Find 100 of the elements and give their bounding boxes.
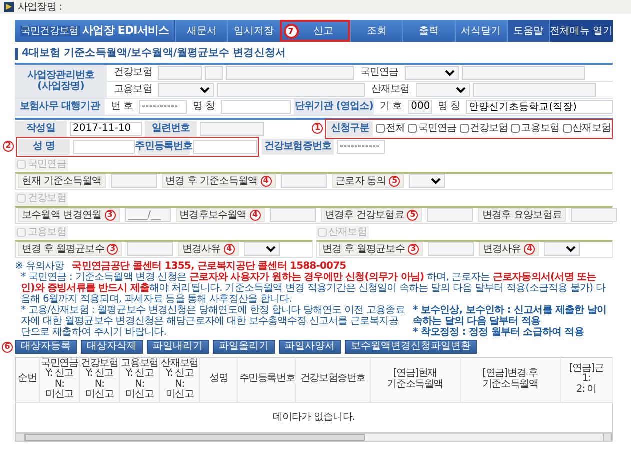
column-header: [연금]근 1: 2: 이 xyxy=(560,357,612,402)
menu-item[interactable]: 신고 xyxy=(298,22,348,40)
text-field[interactable]: 2017-11-10 xyxy=(70,122,142,136)
text-field[interactable] xyxy=(270,208,316,222)
annotation-marker: 3 xyxy=(104,210,116,221)
annotation-marker: 7 xyxy=(284,24,299,38)
action-button[interactable]: 대상자등록 xyxy=(15,340,77,354)
annotation-marker: 5 xyxy=(389,176,400,187)
field-label: 현재 기준소득월액 xyxy=(22,176,102,187)
menu-item[interactable]: 출력 xyxy=(402,20,455,42)
text-field[interactable] xyxy=(220,100,291,114)
app-icon xyxy=(4,2,14,12)
column-header: 건강보험 Y: 신고 N: 미신고 xyxy=(80,357,120,402)
field-label: 기 호 xyxy=(379,101,404,112)
notice-text: * 국민연금 : 기준소득월액 변경 신청은 근로자와 사용자가 원하는 경우에만 신청(의무가 아님) 하며, 근로자는 근로자동의서(서명 또는 인)와 증빙서류를 반드시 제출해야 처리됩니다. 기준소득월액 변경 적용기간은 신청일이 속하는 달의 다음 달부터 적용(소급적용 불가) 다음해 6월까지 적용되며, 과세자료 등을 통해 사후정산을 합니다. xyxy=(20,272,607,305)
text-field[interactable] xyxy=(428,242,474,256)
row-label: 신청구분 xyxy=(327,120,374,137)
annotation-marker: 6 xyxy=(2,342,13,353)
column-header: 건강보험증번호 xyxy=(296,357,370,402)
annotation-marker: 2 xyxy=(3,140,14,152)
form-heading: 4대보험 기준소득월액/보수월액/월평균보수 변경신청서 xyxy=(15,48,613,60)
row-label: 주민등록번호 xyxy=(138,138,190,155)
field-label: 근로자 동의 xyxy=(336,176,386,187)
action-button[interactable]: 파일올리기 xyxy=(213,340,275,354)
text-field[interactable] xyxy=(205,66,224,80)
field-label: 변경후보수월액 xyxy=(180,210,247,221)
text-field[interactable]: ---------- xyxy=(138,100,187,114)
notice-title: ※ 유의사항 xyxy=(15,260,64,272)
field-label: 명 칭 xyxy=(437,101,462,112)
annotation-marker: 4 xyxy=(524,244,536,255)
checkbox[interactable] xyxy=(511,124,520,134)
dropdown[interactable] xyxy=(404,66,459,80)
annotation-marker: 5 xyxy=(407,210,418,221)
checkbox-label: 산재보험 xyxy=(328,226,367,238)
logo: 국민건강보험 xyxy=(20,26,80,36)
checkbox[interactable] xyxy=(376,124,386,134)
column-header: 국민연금 Y: 신고 N: 미신고 xyxy=(40,357,80,402)
checkbox-label: 건강보험 xyxy=(470,123,508,134)
column-header: 고용보험 Y: 신고 N: 미신고 xyxy=(120,357,160,402)
dropdown[interactable] xyxy=(544,242,580,256)
row-label: 단위기관 (영업소) xyxy=(294,98,374,115)
text-field[interactable] xyxy=(280,174,327,188)
field-label: 변경사유 xyxy=(182,244,221,255)
dropdown[interactable] xyxy=(158,82,214,97)
text-field[interactable] xyxy=(110,174,157,188)
menu-item[interactable]: 도움말 xyxy=(506,20,549,42)
text-field[interactable] xyxy=(472,82,596,97)
checkbox-label: 전체 xyxy=(386,123,406,134)
action-button[interactable]: 대상자삭제 xyxy=(81,340,143,354)
text-field[interactable] xyxy=(127,242,174,256)
dropdown[interactable] xyxy=(409,174,446,188)
action-button[interactable]: 파일내리기 xyxy=(147,340,209,354)
text-field[interactable] xyxy=(217,82,366,97)
text-field[interactable] xyxy=(226,66,354,80)
action-button[interactable]: 보수월액변경신청파일변환 xyxy=(345,340,477,354)
menu-item[interactable]: 전체메뉴 열기 xyxy=(548,20,613,42)
field-label: 국민연금 xyxy=(359,67,400,78)
annotation-marker: 3 xyxy=(107,244,118,255)
column-header: 성명 xyxy=(200,357,238,402)
column-header: [연금]변경 후 기준소득월액 xyxy=(460,357,560,402)
menu-item[interactable]: 조회 xyxy=(350,20,402,42)
notice-text: * 고용/산재보험 : 월평균보수 변경신청은 당해연도에 한정 합니다 당해연도 이전 고용종료자에 대한 월평균보수 변경신청은 해당근로자에 대한 보수총액수정 신고서를 근로복지공단으로 제출하여 주시기 바랍니다. xyxy=(20,304,406,338)
row-label: 사업장관리번호 (사업장명) xyxy=(15,64,107,99)
text-field[interactable] xyxy=(570,208,617,222)
checkbox-label: 고용보험 xyxy=(28,226,66,238)
menu-item[interactable]: 임시저장 xyxy=(227,20,280,42)
annotation-marker: 4 xyxy=(250,210,261,221)
column-header: [연금]현재 기준소득월액 xyxy=(370,357,460,402)
row-label: 성 명 xyxy=(18,138,70,155)
field-label: 건강보험 xyxy=(113,67,154,78)
checkbox[interactable] xyxy=(460,124,469,134)
service-title: 사업장 EDI서비스 xyxy=(82,24,170,38)
dropdown[interactable] xyxy=(416,82,470,97)
text-field[interactable] xyxy=(427,208,474,222)
text-field[interactable] xyxy=(73,140,135,154)
menu-item[interactable]: 새문서 xyxy=(175,20,228,42)
annotation-marker: 4 xyxy=(260,176,272,187)
text-field[interactable] xyxy=(462,66,585,80)
text-field[interactable] xyxy=(200,122,264,136)
action-button[interactable]: 파일사양서 xyxy=(279,340,341,354)
field-label: 변경 후 월평균보수 xyxy=(22,244,104,255)
row-label: 건강보험증번호 xyxy=(262,138,334,155)
dropdown[interactable] xyxy=(244,242,280,256)
field-label: 변경 후 월평균보수 xyxy=(322,244,405,255)
field-label: 변경 후 기준소득월액 xyxy=(166,176,258,187)
text-field[interactable] xyxy=(158,66,202,80)
field-label: 변경사유 xyxy=(482,244,522,255)
checkbox-label: 산재보험 xyxy=(572,123,611,134)
text-field[interactable]: ----------- xyxy=(337,140,385,154)
column-header: 순번 xyxy=(16,357,40,402)
column-header: 주민등록번호 xyxy=(238,357,296,402)
checkbox[interactable] xyxy=(562,124,572,134)
checkbox-label: 고용보험 xyxy=(521,123,560,134)
contact-info: 국민연금공단 콜센터 1355, 근로복지공단 콜센터 1588-0075 xyxy=(72,260,346,272)
note-text: * 착오정정 : 정정 월부터 소급하여 적용 xyxy=(413,326,585,338)
annotation-marker: 4 xyxy=(224,244,235,255)
text-field[interactable]: 안양신기초등학교(직장) xyxy=(466,100,614,114)
text-field[interactable]: 000 xyxy=(408,100,432,114)
text-field[interactable] xyxy=(193,140,257,154)
checkbox[interactable] xyxy=(408,124,418,134)
